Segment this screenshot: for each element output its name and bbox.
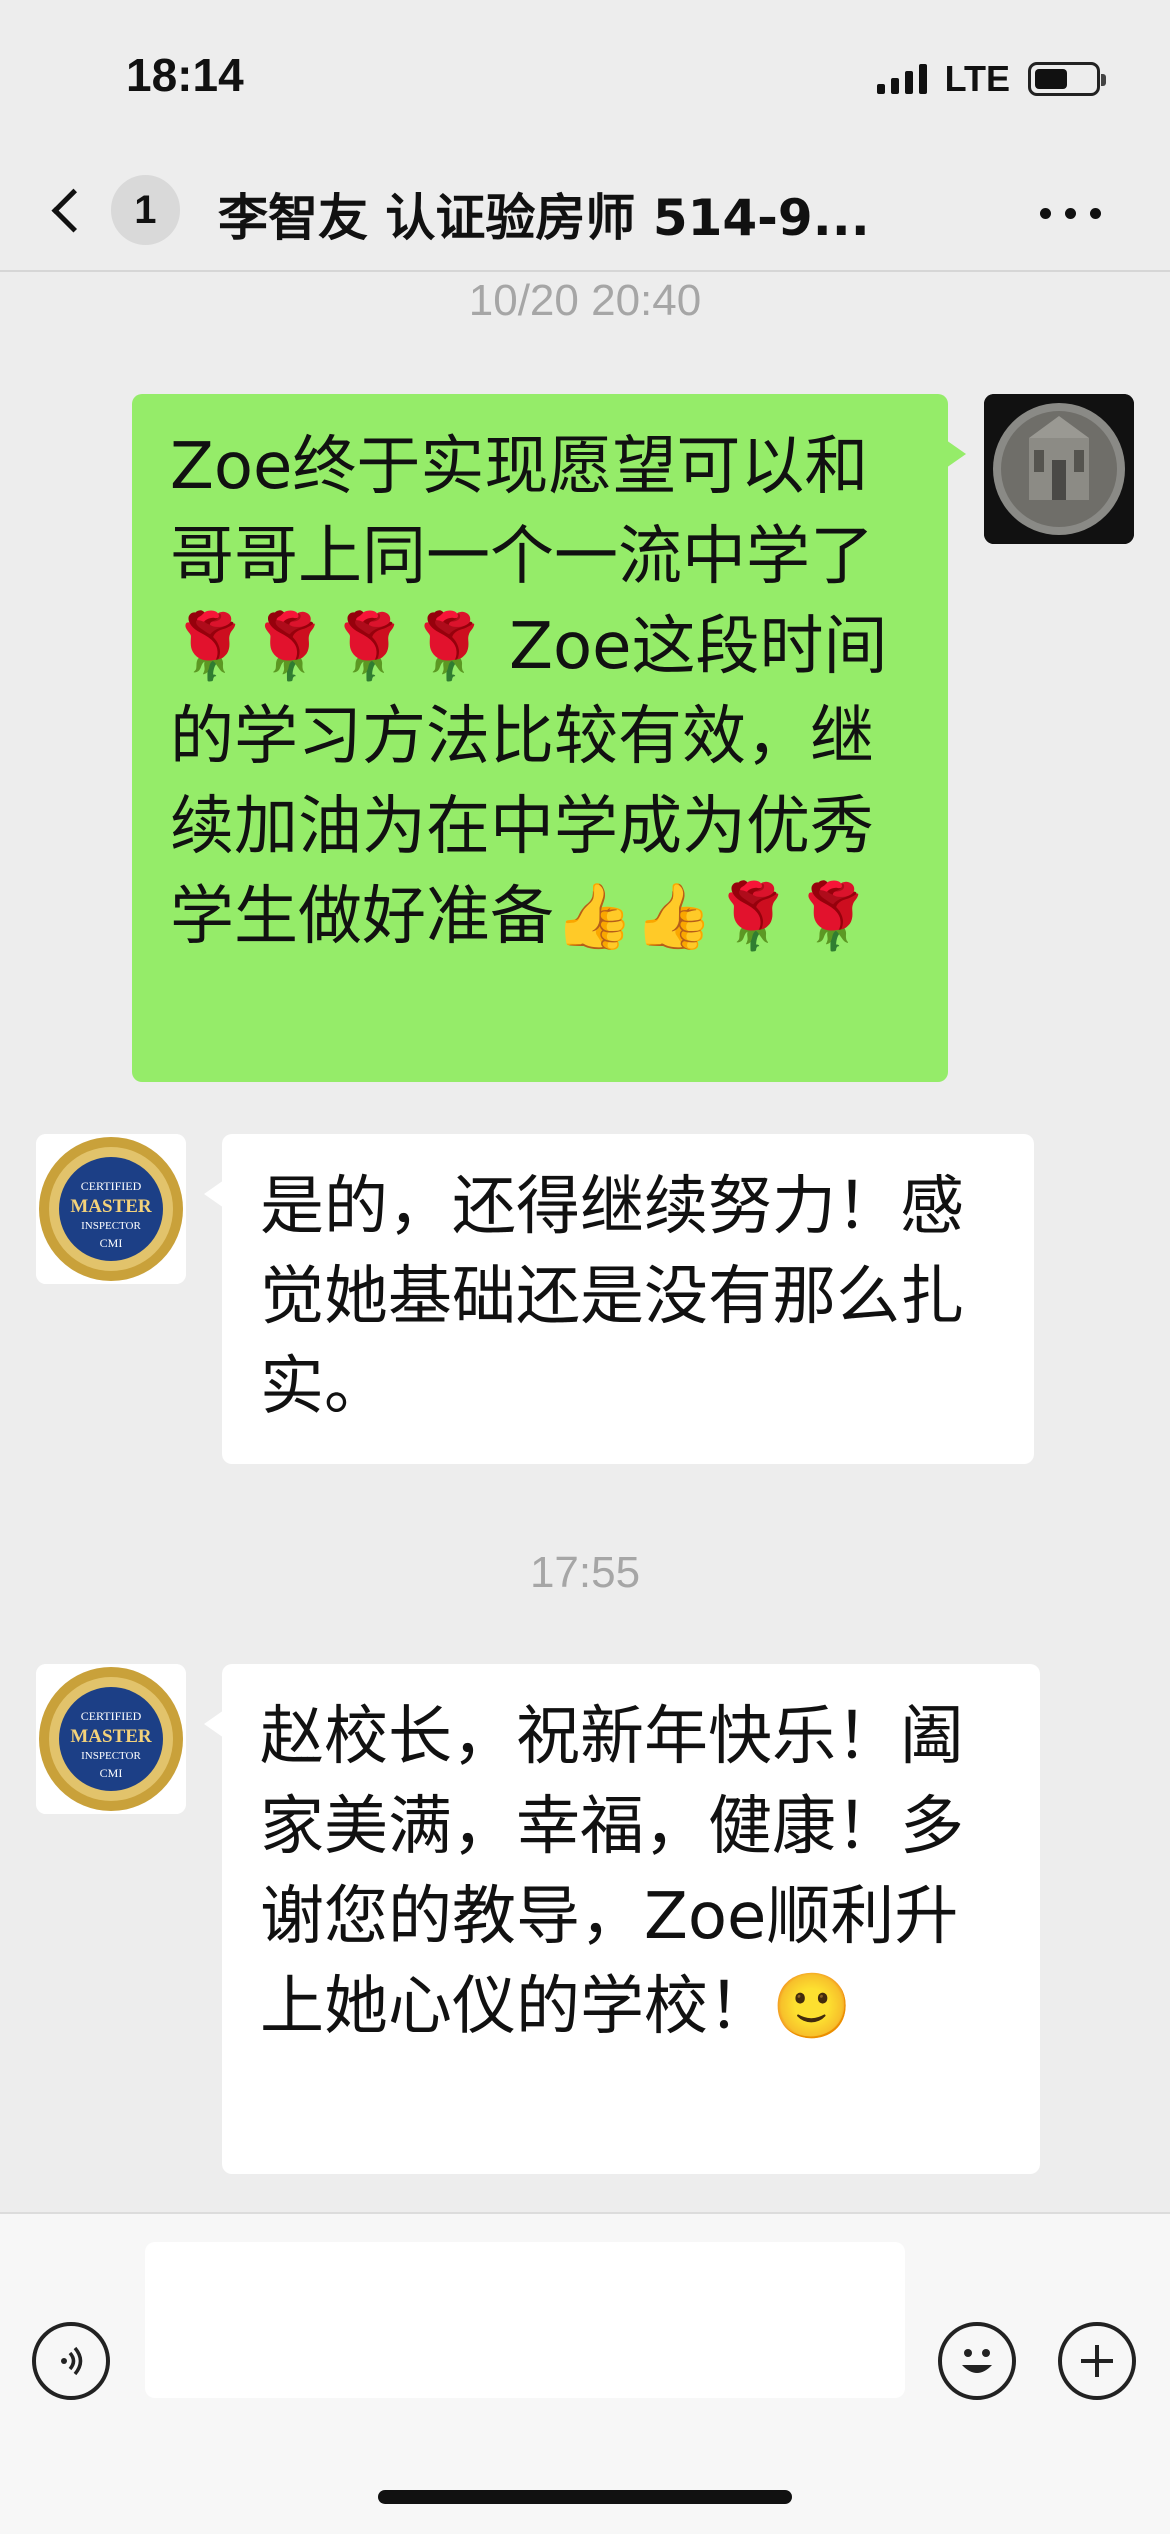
inspector-badge-icon: CERTIFIED MASTER INSPECTOR CMI [36, 1134, 186, 1284]
message-input[interactable] [145, 2242, 905, 2398]
svg-text:CERTIFIED: CERTIFIED [81, 1179, 142, 1193]
emoji-button[interactable] [938, 2322, 1016, 2400]
voice-icon [61, 2346, 83, 2376]
home-indicator [378, 2490, 792, 2504]
plus-icon [1081, 2345, 1113, 2377]
battery-icon [1028, 62, 1106, 96]
inspector-badge-icon: CERTIFIED MASTER INSPECTOR CMI [36, 1664, 186, 1814]
incoming-message-bubble[interactable]: 是的，还得继续努力！感觉她基础还是没有那么扎实。 [204, 1134, 1034, 1464]
chat-header: 1 李智友 认证验房师 514-9... [0, 150, 1170, 272]
emoji-icon [962, 2349, 992, 2373]
self-avatar[interactable] [984, 394, 1134, 544]
svg-text:CMI: CMI [100, 1236, 123, 1250]
status-bar: 18:14 LTE [0, 0, 1170, 150]
svg-text:INSPECTOR: INSPECTOR [81, 1220, 141, 1232]
svg-text:INSPECTOR: INSPECTOR [81, 1750, 141, 1762]
more-button[interactable] [1030, 198, 1110, 228]
message-timestamp: 17:55 [529, 1548, 641, 1597]
back-button[interactable]: 1 [40, 175, 180, 245]
chevron-left-icon [51, 188, 96, 232]
signal-icon [876, 64, 927, 94]
status-indicators: LTE [876, 58, 1106, 100]
contact-avatar[interactable]: CERTIFIED MASTER INSPECTOR CMI [36, 1134, 186, 1284]
status-time: 18:14 [126, 49, 244, 101]
network-label: LTE [944, 58, 1010, 99]
medal-avatar-icon [984, 394, 1134, 544]
svg-text:CMI: CMI [100, 1766, 123, 1780]
message-timestamp: 10/20 20:40 [468, 276, 702, 325]
plus-button[interactable] [1058, 2322, 1136, 2400]
chat-title: 李智友 认证验房师 514-9... [218, 189, 870, 247]
contact-avatar[interactable]: CERTIFIED MASTER INSPECTOR CMI [36, 1664, 186, 1814]
more-icon [1039, 207, 1051, 219]
voice-button[interactable] [32, 2322, 110, 2400]
input-bar [0, 2212, 1170, 2534]
outgoing-message-bubble[interactable]: Zoe终于实现愿望可以和哥哥上同一个一流中学了🌹🌹🌹🌹 Zoe这段时间的学习方法… [132, 394, 966, 1082]
svg-text:CERTIFIED: CERTIFIED [81, 1709, 142, 1723]
incoming-message-bubble[interactable]: 赵校长，祝新年快乐！阖家美满，幸福，健康！多谢您的教导，Zoe顺利升上她心仪的学… [204, 1664, 1040, 2174]
svg-text:MASTER: MASTER [70, 1196, 152, 1217]
unread-badge: 1 [110, 175, 180, 245]
svg-text:MASTER: MASTER [70, 1726, 152, 1747]
